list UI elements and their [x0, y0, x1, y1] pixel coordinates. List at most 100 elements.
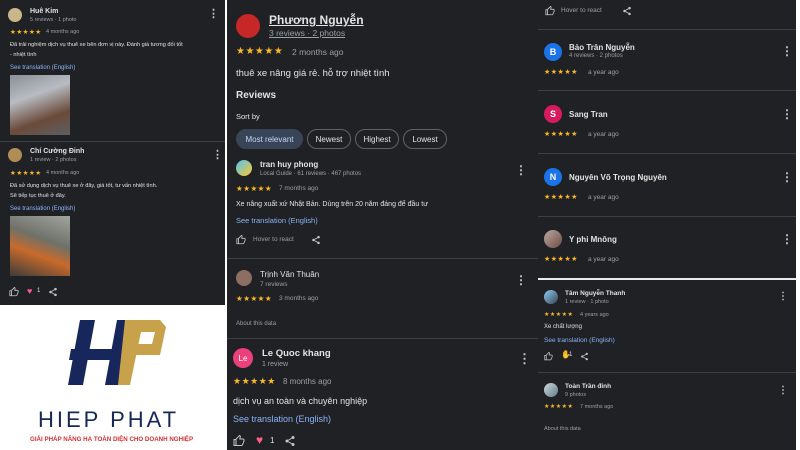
- share-icon[interactable]: [622, 6, 632, 16]
- like-count: 1: [569, 352, 573, 358]
- rating-stars: ★★★★★: [544, 256, 578, 263]
- avatar[interactable]: [8, 8, 22, 22]
- avatar[interactable]: [8, 148, 22, 162]
- avatar[interactable]: [236, 14, 260, 38]
- see-translation-link[interactable]: See translation (English): [233, 414, 331, 424]
- reviewer-name[interactable]: Tâm Nguyễn Thanh: [565, 290, 625, 297]
- more-options-icon[interactable]: [781, 45, 793, 57]
- review-time: a year ago: [588, 131, 619, 138]
- avatar[interactable]: [544, 290, 558, 304]
- rating-stars: ★★★★★: [544, 312, 574, 318]
- like-icon[interactable]: [233, 435, 245, 447]
- review-text: Xe nâng xuất xứ Nhật Bản. Dùng trên 20 n…: [236, 201, 428, 208]
- reviewer-name[interactable]: Huê Kim: [30, 8, 58, 15]
- more-options-icon[interactable]: [778, 386, 788, 396]
- left-review-panel: Huê Kim 5 reviews · 1 photo ★★★★★ 4 mont…: [0, 0, 225, 305]
- reviewer-meta: 1 review: [262, 361, 289, 368]
- reviewer-name[interactable]: Bảo Trân Nguyễn: [569, 43, 635, 52]
- more-options-icon[interactable]: [781, 108, 793, 120]
- reviewer-meta[interactable]: 3 reviews · 2 photos: [269, 28, 345, 38]
- sort-most-relevant[interactable]: Most relevant: [236, 129, 303, 149]
- sort-lowest[interactable]: Lowest: [403, 129, 447, 149]
- hiep-phat-logo: HIEP PHAT GIẢI PHÁP NÂNG HẠ TOÀN DIỆN CH…: [0, 305, 227, 450]
- heart-icon[interactable]: ♥: [27, 286, 32, 296]
- share-icon[interactable]: [284, 435, 296, 447]
- avatar[interactable]: Le: [233, 348, 253, 368]
- avatar[interactable]: [236, 270, 252, 286]
- rating-stars: ★★★★★: [544, 69, 578, 76]
- sort-highest[interactable]: Highest: [355, 129, 399, 149]
- share-icon[interactable]: [311, 235, 321, 245]
- reviewer-name[interactable]: Le Quoc khang: [262, 348, 331, 359]
- more-options-icon[interactable]: [515, 164, 527, 176]
- more-options-icon[interactable]: [518, 352, 531, 365]
- avatar[interactable]: [544, 230, 562, 248]
- rating-stars: ★★★★★: [544, 194, 578, 201]
- more-options-icon[interactable]: [212, 150, 223, 161]
- rating-stars: ★★★★★: [236, 46, 284, 57]
- more-options-icon[interactable]: [781, 171, 793, 183]
- like-icon[interactable]: [544, 352, 553, 361]
- review-time: 3 months ago: [279, 295, 319, 302]
- about-this-data[interactable]: About this data: [236, 321, 276, 327]
- review-time: 2 months ago: [292, 47, 344, 57]
- right-review-panel: Hover to react B Bảo Trân Nguyễn 4 revie…: [538, 0, 796, 450]
- rating-stars: ★★★★★: [10, 170, 42, 177]
- heart-icon[interactable]: ♥: [256, 433, 263, 447]
- avatar[interactable]: [544, 383, 558, 397]
- review-photo[interactable]: [10, 216, 70, 276]
- more-options-icon[interactable]: [208, 9, 219, 20]
- avatar[interactable]: B: [544, 43, 562, 61]
- review-text: thuê xe nâng giá rẻ. hỗ trợ nhiệt tình: [236, 68, 390, 79]
- see-translation-link[interactable]: See translation (English): [10, 206, 75, 212]
- like-icon[interactable]: [236, 235, 246, 245]
- reviewer-meta: 4 reviews · 2 photos: [569, 53, 623, 59]
- like-icon[interactable]: [545, 6, 555, 16]
- brand-tagline: GIẢI PHÁP NÂNG HẠ TOÀN DIỆN CHO DOANH NG…: [30, 436, 194, 443]
- share-icon[interactable]: [48, 287, 58, 297]
- review-time: 7 months ago: [580, 404, 614, 410]
- reviewer-name[interactable]: Sang Tran: [569, 110, 608, 119]
- like-icon[interactable]: [9, 287, 19, 297]
- review-text-line1: Đã sử dụng dịch vụ thuê xe ở đây, giá tố…: [10, 183, 158, 189]
- review-text-line1: Đã trải nghiệm dịch vụ thuê xe bên đơn v…: [10, 42, 183, 48]
- divider: [538, 278, 796, 280]
- review-time: a year ago: [588, 69, 619, 76]
- reviews-heading: Reviews: [236, 90, 277, 101]
- review-text-line2: Sẽ tiếp tục thuê ở đây.: [10, 193, 66, 199]
- rating-stars: ★★★★★: [544, 404, 574, 410]
- review-time: 4 months ago: [46, 170, 80, 176]
- about-this-data[interactable]: About this data: [544, 426, 581, 432]
- share-icon[interactable]: [580, 352, 589, 361]
- review-time: 4 months ago: [46, 29, 80, 35]
- review-text-line2: - nhiệt tình: [10, 52, 37, 58]
- rating-stars: ★★★★★: [236, 184, 273, 193]
- see-translation-link[interactable]: See translation (English): [236, 216, 318, 225]
- review-time: 7 months ago: [279, 185, 319, 192]
- reviewer-meta: 9 photos: [565, 392, 587, 398]
- more-options-icon[interactable]: [781, 233, 793, 245]
- avatar[interactable]: S: [544, 105, 562, 123]
- reviewer-name[interactable]: Phương Nguyễn: [269, 13, 364, 27]
- more-options-icon[interactable]: [778, 292, 788, 302]
- review-photo[interactable]: [10, 75, 70, 135]
- reviewer-name[interactable]: tran huy phong: [260, 160, 318, 169]
- reviewer-name[interactable]: Nguyên Võ Trọng Nguyên: [569, 173, 667, 182]
- reviewer-name[interactable]: Toàn Trần đinh: [565, 383, 611, 390]
- avatar[interactable]: [236, 160, 252, 176]
- see-translation-link[interactable]: See translation (English): [10, 65, 75, 71]
- review-time: a year ago: [588, 194, 619, 201]
- reviewer-name[interactable]: Chí Cường Đinh: [30, 148, 84, 155]
- avatar[interactable]: N: [544, 168, 562, 186]
- see-translation-link[interactable]: See translation (English): [544, 337, 615, 344]
- hover-to-react: Hover to react: [561, 7, 602, 14]
- reviewer-name[interactable]: Y phi Mnông: [569, 235, 617, 244]
- more-options-icon[interactable]: [515, 274, 527, 286]
- rating-stars: ★★★★★: [544, 131, 578, 138]
- reviewer-meta: 5 reviews · 1 photo: [30, 17, 77, 23]
- sort-newest[interactable]: Newest: [307, 129, 351, 149]
- review-time: 4 years ago: [580, 312, 609, 318]
- reviewer-meta: 7 reviews: [260, 281, 288, 288]
- rating-stars: ★★★★★: [236, 294, 273, 303]
- reviewer-name[interactable]: Trịnh Văn Thuân: [260, 270, 319, 279]
